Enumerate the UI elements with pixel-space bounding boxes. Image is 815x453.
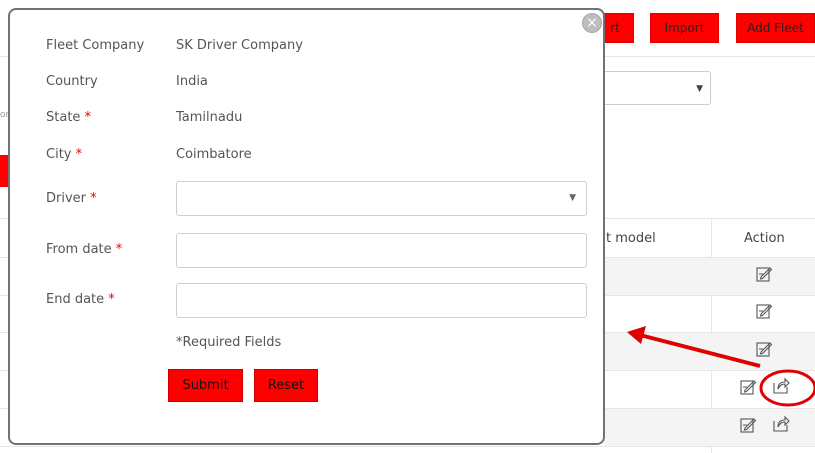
city-value: Coimbatore [176,147,252,162]
close-symbol: × [586,15,598,31]
from-date-label: From date * [46,242,122,257]
filter-select[interactable]: ▼ [596,71,711,105]
side-red-tab[interactable] [0,155,8,187]
state-value: Tamilnadu [176,110,243,125]
fleet-company-label-text: Fleet Company [46,38,145,53]
edit-icon[interactable] [755,302,773,320]
end-date-label: End date * [46,292,115,307]
state-label: State * [46,110,91,125]
from-date-label-text: From date [46,242,112,257]
edit-icon[interactable] [739,378,757,396]
required-fields-note: *Required Fields [176,335,282,350]
reset-button-label: Reset [267,378,305,393]
end-date-input[interactable] [176,283,587,318]
chevron-down-icon: ▼ [696,84,703,94]
submit-button-label: Submit [182,378,229,393]
close-icon[interactable]: × [582,13,602,33]
column-header-model: t model [606,231,656,246]
reset-button[interactable]: Reset [254,369,318,402]
city-label: City * [46,147,82,162]
country-value: India [176,74,208,89]
driver-select[interactable]: ▼ [176,181,587,216]
fleet-company-label: Fleet Company [46,38,144,53]
row-divider [0,446,815,447]
required-asterisk: * [75,147,83,162]
state-label-text: State [46,110,81,125]
edit-icon[interactable] [755,265,773,283]
assign-driver-modal: Fleet Company SK Driver Company Country … [8,8,605,445]
driver-label-text: Driver [46,191,87,206]
city-label-text: City [46,147,72,162]
assign-share-icon[interactable] [772,377,790,395]
chevron-down-icon: ▼ [569,193,576,203]
required-asterisk: * [108,292,115,307]
edit-icon[interactable] [739,416,757,434]
required-asterisk: * [84,110,92,125]
country-label-text: Country [46,74,98,89]
submit-button[interactable]: Submit [168,369,243,402]
add-fleet-button[interactable]: Add Fleet [736,13,815,43]
import-button[interactable]: Import [650,13,719,43]
export-button-label: rt [610,21,620,35]
from-date-input[interactable] [176,233,587,268]
required-asterisk: * [90,191,97,206]
add-fleet-button-label: Add Fleet [747,21,804,35]
required-asterisk: * [115,242,123,257]
assign-share-icon[interactable] [772,415,790,433]
table-row [604,258,815,295]
column-header-action: Action [744,231,785,246]
end-date-label-text: End date [46,292,105,307]
table-row [604,333,815,370]
edit-icon[interactable] [755,340,773,358]
fleet-company-value: SK Driver Company [176,38,303,53]
driver-label: Driver * [46,191,97,206]
country-label: Country [46,74,98,89]
import-button-label: Import [664,21,705,35]
